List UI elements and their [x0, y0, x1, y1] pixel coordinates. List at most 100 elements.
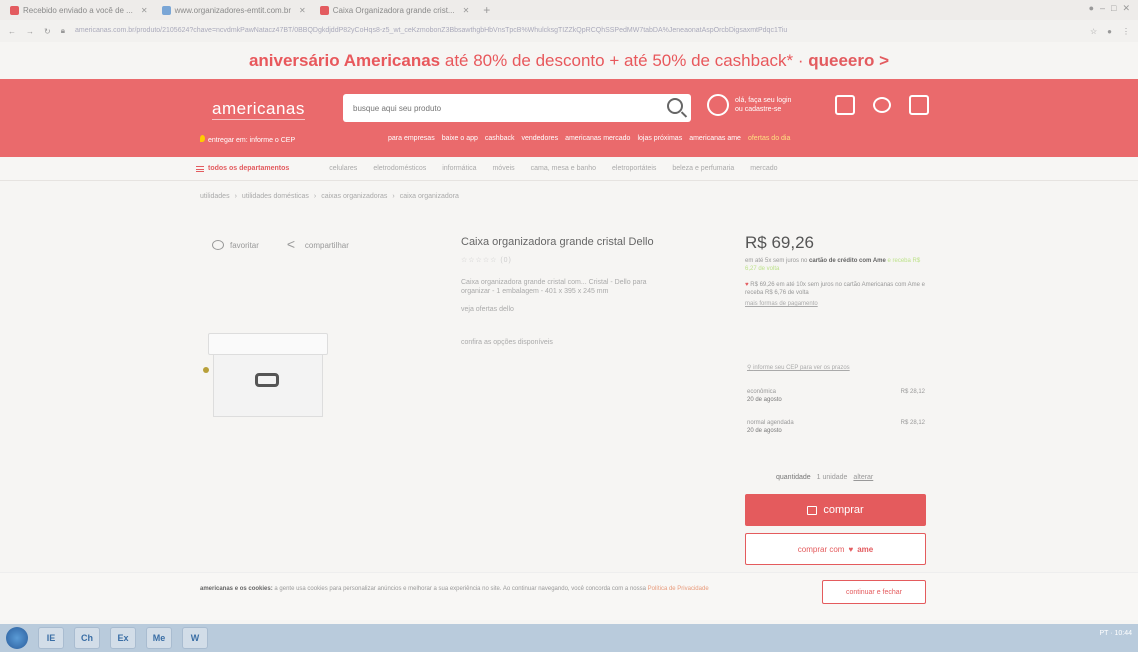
reload-icon[interactable]: ↻: [44, 27, 51, 36]
cep-link[interactable]: ⚲ informe seu CEP para ver os prazos: [747, 364, 850, 371]
account-greeting: olá, faça seu login: [735, 97, 792, 104]
maximize-icon[interactable]: □: [1111, 3, 1116, 14]
category-link[interactable]: informática: [442, 165, 476, 172]
window-controls: ● – □ ✕: [1089, 3, 1130, 14]
cookie-text: americanas e os cookies: a gente usa coo…: [200, 585, 810, 593]
taskbar-app[interactable]: W: [182, 627, 208, 649]
delivery-location[interactable]: entregar em: informe o CEP: [200, 135, 295, 144]
shipping-price: R$ 28,12: [900, 389, 925, 395]
shipping-date: 20 de agosto: [747, 397, 782, 403]
gift-icon[interactable]: [835, 95, 855, 115]
profile-icon[interactable]: ●: [1089, 3, 1094, 14]
taskbar-app[interactable]: Me: [146, 627, 172, 649]
taskbar-app[interactable]: Ch: [74, 627, 100, 649]
breadcrumb-separator: ›: [234, 193, 237, 200]
close-window-icon[interactable]: ✕: [1122, 3, 1130, 14]
tab-favicon: [319, 5, 329, 15]
shipping-name: normal agendada: [747, 420, 794, 426]
quicklink[interactable]: para empresas: [388, 135, 435, 142]
cart-icon[interactable]: [909, 95, 929, 115]
browser-tab-1[interactable]: Recebido enviado a você de ... ✕: [6, 0, 158, 20]
payment-options-link[interactable]: mais formas de pagamento: [745, 301, 927, 307]
seller-options-link[interactable]: confira as opções disponíveis: [461, 339, 701, 346]
category-link[interactable]: mercado: [750, 165, 777, 172]
quicklink[interactable]: americanas mercado: [565, 135, 630, 142]
close-tab-icon[interactable]: ✕: [463, 6, 470, 15]
new-tab-button[interactable]: +: [483, 3, 490, 17]
search-input[interactable]: [343, 94, 643, 122]
cookie-title: americanas e os cookies:: [200, 586, 273, 592]
promo-banner[interactable]: aniversário Americanas até 80% de descon…: [0, 46, 1138, 76]
buy-label: comprar: [823, 504, 864, 516]
tab-title: www.organizadores-emtit.com.br: [174, 5, 292, 15]
os-taskbar: IE Ch Ex Me W PT · 10:44: [0, 624, 1138, 652]
tab-title: Caixa Organizadora grande crist...: [332, 5, 455, 15]
site-logo[interactable]: americanas: [212, 99, 305, 120]
share-button[interactable]: compartilhar: [287, 236, 349, 252]
shipping-price: R$ 28,12: [900, 420, 925, 426]
url-field[interactable]: americanas.com.br/produto/2105624?chave=…: [75, 24, 1080, 38]
cep-label: informe seu CEP para ver os prazos: [753, 365, 850, 371]
rating-stars[interactable]: ☆☆☆☆☆ (0): [461, 256, 701, 264]
shipping-date: 20 de agosto: [747, 428, 782, 434]
ame-card-info: ♥ R$ 69,26 em até 10x sem juros no cartã…: [745, 281, 927, 297]
category-link[interactable]: beleza e perfumaria: [672, 165, 734, 172]
favorites-icon[interactable]: [873, 97, 891, 113]
quantity-value: 1 unidade: [816, 474, 848, 481]
taskbar-app[interactable]: IE: [38, 627, 64, 649]
address-bar: ← → ↻ 🔒︎ americanas.com.br/produto/21056…: [0, 20, 1138, 42]
browser-tab-2[interactable]: www.organizadores-emtit.com.br ✕: [158, 0, 316, 20]
product-price: R$ 69,26: [745, 233, 814, 252]
favorite-button[interactable]: favoritar: [212, 240, 259, 250]
quicklink[interactable]: lojas próximas: [637, 135, 682, 142]
buy-with-ame-button[interactable]: comprar com ♥ ame: [745, 533, 926, 565]
browser-tab-3[interactable]: Caixa Organizadora grande crist... ✕: [316, 0, 480, 20]
quicklink[interactable]: cashback: [485, 135, 515, 142]
cookie-accept-button[interactable]: continuar e fechar: [822, 580, 926, 604]
quantity-change-link[interactable]: alterar: [853, 474, 873, 481]
browser-window: Recebido enviado a você de ... ✕ www.org…: [0, 0, 1138, 652]
category-link[interactable]: eletrodomésticos: [373, 165, 426, 172]
price-panel: R$ 69,26 em até 5x sem juros no cartão d…: [745, 233, 927, 307]
category-link[interactable]: cama, mesa e banho: [531, 165, 596, 172]
shipping-option: econômica 20 de agosto R$ 28,12: [747, 388, 925, 404]
ame-card-text: R$ 69,26 em até 10x sem juros no cartão …: [745, 282, 925, 296]
forward-icon[interactable]: →: [26, 27, 34, 36]
all-departments-button[interactable]: todos os departamentos: [196, 165, 289, 172]
location-pin-icon: [200, 135, 205, 142]
product-image[interactable]: [205, 325, 330, 420]
breadcrumb-item[interactable]: caixa organizadora: [400, 193, 459, 200]
brand-offers-link[interactable]: veja ofertas dello: [461, 306, 701, 313]
promo-cta[interactable]: queeero >: [808, 51, 889, 70]
taskbar-app[interactable]: Ex: [110, 627, 136, 649]
category-link[interactable]: móveis: [492, 165, 514, 172]
buy-button[interactable]: comprar: [745, 494, 926, 526]
tab-title: Recebido enviado a você de ...: [23, 5, 133, 15]
buy-ame-label: comprar com: [797, 544, 845, 554]
account-menu[interactable]: olá, faça seu login ou cadastre-se: [707, 94, 791, 116]
back-icon[interactable]: ←: [8, 27, 16, 36]
menu-icon[interactable]: ⋮: [1122, 27, 1130, 36]
quicklink[interactable]: americanas ame: [689, 135, 741, 142]
minimize-icon[interactable]: –: [1100, 3, 1105, 14]
location-label: entregar em: informe o CEP: [208, 137, 296, 144]
department-bar: todos os departamentos celulares eletrod…: [0, 157, 1138, 181]
search-icon[interactable]: [667, 98, 683, 114]
quicklink[interactable]: baixe o app: [442, 135, 478, 142]
close-tab-icon[interactable]: ✕: [299, 6, 306, 15]
quicklink[interactable]: vendedores: [521, 135, 558, 142]
privacy-policy-link[interactable]: Política de Privacidade: [648, 586, 709, 592]
start-button[interactable]: [6, 627, 28, 649]
breadcrumb-item[interactable]: caixas organizadoras: [321, 193, 387, 200]
breadcrumb-item[interactable]: utilidades: [200, 193, 230, 200]
star-icon[interactable]: ☆: [1090, 27, 1097, 36]
category-nav: celulares eletrodomésticos informática m…: [329, 165, 777, 172]
category-link[interactable]: eletroportáteis: [612, 165, 656, 172]
system-tray[interactable]: PT · 10:44: [1099, 630, 1132, 637]
quicklink-deals[interactable]: ofertas do dia: [748, 135, 790, 142]
extension-icon[interactable]: ●: [1107, 27, 1112, 36]
category-link[interactable]: celulares: [329, 165, 357, 172]
close-tab-icon[interactable]: ✕: [141, 6, 148, 15]
promo-text: até 80% de desconto + até 50% de cashbac…: [440, 51, 809, 70]
breadcrumb-item[interactable]: utilidades domésticas: [242, 193, 309, 200]
